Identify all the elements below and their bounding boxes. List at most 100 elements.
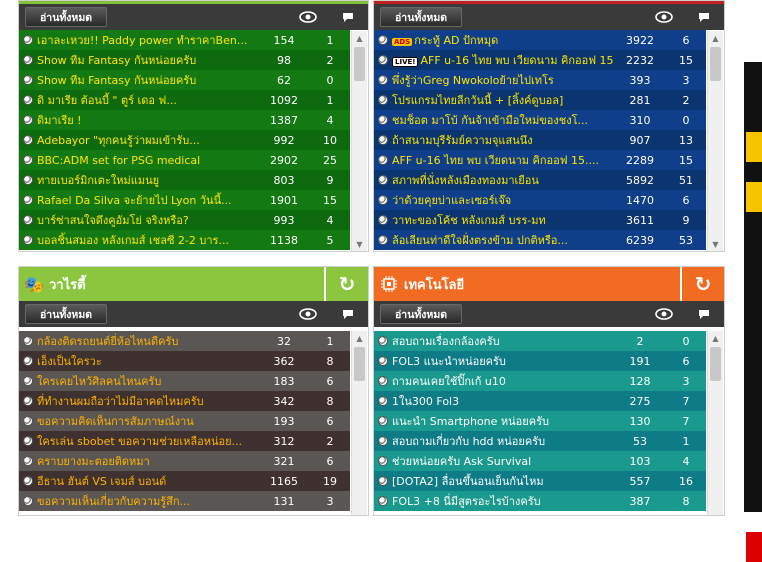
topic-title-link[interactable]: กล้องติดรถยนต์ยี่ห้อไหนดีครับ bbox=[37, 332, 258, 350]
topic-row[interactable]: ขอความเห็นเกี่ยวกับความรู้สึก... 131 3 bbox=[19, 491, 350, 511]
read-all-button[interactable]: อ่านทั้งหมด bbox=[380, 304, 463, 324]
topic-row[interactable]: ดิ มาเรีย ต้อนบี้ " ตูร์ เดอ ฟ... 1092 1 bbox=[19, 90, 350, 110]
topic-row[interactable]: เอ็งเป็นใครวะ 362 8 bbox=[19, 351, 350, 371]
topic-title-link[interactable]: แนะนำ Smartphone หน่อยครับ bbox=[392, 412, 614, 430]
topic-title-link[interactable]: [DOTA2] ลื่อนขึ้นอนเย็นกันไหม bbox=[392, 472, 614, 490]
topic-row[interactable]: ถามคนเคยใช้ปิ๊กเก้ u10 128 3 bbox=[374, 371, 706, 391]
read-all-button[interactable]: อ่านทั้งหมด bbox=[25, 7, 108, 27]
topic-title-link[interactable]: ว่าด้วยคุยบ่าและเซอร์เจ๊จ bbox=[392, 191, 614, 209]
topic-title-link[interactable]: ดิมาเรีย ! bbox=[37, 111, 258, 129]
topic-title-link[interactable]: บาร์ซ่าสนใจดึงคูอัมโย่ จริงหรือ? bbox=[37, 211, 258, 229]
topic-row[interactable]: เอาละเหวย!! Paddy power ทำราคาBen... 154 1 bbox=[19, 30, 350, 50]
topic-row[interactable]: คราบยางมะตอยติดหมา 321 6 bbox=[19, 451, 350, 471]
scrollbar[interactable]: ▲ bbox=[707, 331, 723, 515]
topic-row[interactable]: ล้อเลียนท่าดีใจฝั่งตรงข้าม ปกติหรือ... 62… bbox=[374, 230, 706, 250]
topic-title-link[interactable]: โปรแกรมไทยลีกวันนี้ + [ลิ้งค์ดูบอล] bbox=[392, 91, 614, 109]
topic-row[interactable]: พึ่งรู้ว่าGreg Nwokoloย้ายไปเทโร 393 3 bbox=[374, 70, 706, 90]
topic-row[interactable]: Show ทีม Fantasy กันหน่อยครับ 62 0 bbox=[19, 70, 350, 90]
topic-row[interactable]: LIVE! AFF u-16 ไทย พบ เวียดนาม คิกออฟ 15.… bbox=[374, 50, 706, 70]
topic-row[interactable]: โปรแกรมไทยลีกวันนี้ + [ลิ้งค์ดูบอล] 281 2 bbox=[374, 90, 706, 110]
topic-title-link[interactable]: Show ทีม Fantasy กันหน่อยครับ bbox=[37, 51, 258, 69]
topic-row[interactable]: ว่าด้วยคุยบ่าและเซอร์เจ๊จ 1470 6 bbox=[374, 190, 706, 210]
topic-title-link[interactable]: ขอความเห็นเกี่ยวกับความรู้สึก... bbox=[37, 492, 258, 510]
refresh-icon[interactable]: ↻ bbox=[324, 267, 368, 301]
topic-row[interactable]: สอบถามเกี่ยวกับ hdd หน่อยครับ 53 1 bbox=[374, 431, 706, 451]
scroll-thumb[interactable] bbox=[354, 47, 365, 81]
topic-title-link[interactable]: ล้อเลียนท่าดีใจฝั่งตรงข้าม ปกติหรือ... bbox=[392, 231, 614, 249]
topic-title-link[interactable]: เอาละเหวย!! Paddy power ทำราคาBen... bbox=[37, 31, 258, 49]
topic-title-link[interactable]: FOL3 แนะนำหน่อยครับ bbox=[392, 352, 614, 370]
topic-row[interactable]: Show ทีม Fantasy กันหน่อยครับ 98 2 bbox=[19, 50, 350, 70]
topic-row[interactable]: ใครเคยไหว้ศิลคนไหนครับ 183 6 bbox=[19, 371, 350, 391]
topic-row[interactable]: สภาพที่นั่งหลังเมืองทองมาเยือน 5892 51 bbox=[374, 170, 706, 190]
topic-title-link[interactable]: ใครเคยไหว้ศิลคนไหนครับ bbox=[37, 372, 258, 390]
topic-row[interactable]: ช่วยหน่อยครับ Ask Survival 103 4 bbox=[374, 451, 706, 471]
topic-row[interactable]: ชมช็อต มาโบ้ กันจ้าเข้ามือใหม่ของชงโ... 3… bbox=[374, 110, 706, 130]
topic-title-link[interactable]: ช่วยหน่อยครับ Ask Survival bbox=[392, 452, 614, 470]
topic-row[interactable]: Adebayor "ทุกคนรู้ว่าผมเข้ารับ... 992 10 bbox=[19, 130, 350, 150]
topic-row[interactable]: FOL3 +8 นี่มีสูตรอะไรบ้างครับ 387 8 bbox=[374, 491, 706, 511]
topic-title-link[interactable]: ถ้าสนามบุรีรัมย์ความจุแสนนึง bbox=[392, 131, 614, 149]
scrollbar[interactable]: ▲ bbox=[351, 331, 367, 515]
scroll-thumb[interactable] bbox=[354, 347, 365, 381]
topic-row[interactable]: ขอความคิดเห็นการสัมภาษณ์งาน 193 6 bbox=[19, 411, 350, 431]
topic-title-link[interactable]: บอลชิ้นสมอง หลังเกมส์ เชลซี 2-2 บาร... bbox=[37, 231, 258, 249]
topic-row[interactable]: บอลชิ้นสมอง หลังเกมส์ เชลซี 2-2 บาร... 11… bbox=[19, 230, 350, 250]
scrollbar[interactable]: ▲ ▼ bbox=[707, 31, 723, 251]
topic-row[interactable]: สอบถามเรื่องกล้องครับ 2 0 bbox=[374, 331, 706, 351]
topic-title-link[interactable]: ขอความคิดเห็นการสัมภาษณ์งาน bbox=[37, 412, 258, 430]
scroll-up-arrow-icon[interactable]: ▲ bbox=[352, 31, 367, 45]
refresh-icon[interactable]: ↻ bbox=[680, 267, 724, 301]
topic-row[interactable]: FOL3 แนะนำหน่อยครับ 191 6 bbox=[374, 351, 706, 371]
topic-title-link[interactable]: ถามคนเคยใช้ปิ๊กเก้ u10 bbox=[392, 372, 614, 390]
topic-title-link[interactable]: วาทะของโค้ช หลังเกมส์ บรร-มท bbox=[392, 211, 614, 229]
topic-row[interactable]: BBC:ADM set for PSG medical 2902 25 bbox=[19, 150, 350, 170]
topic-title-link[interactable]: BBC:ADM set for PSG medical bbox=[37, 154, 258, 167]
topic-title-link[interactable]: AFF u-16 ไทย พบ เวียดนาม คิกออฟ 15.... bbox=[392, 151, 614, 169]
scroll-down-arrow-icon[interactable]: ▼ bbox=[352, 237, 367, 251]
topic-row[interactable]: กล้องติดรถยนต์ยี่ห้อไหนดีครับ 32 1 bbox=[19, 331, 350, 351]
topic-title-link[interactable]: ที่ทำงานผมถือว่าไม่มีอาคดไหมครับ bbox=[37, 392, 258, 410]
topic-title-link[interactable]: สอบถามเกี่ยวกับ hdd หน่อยครับ bbox=[392, 432, 614, 450]
topic-title-link[interactable]: 1ใน300 Fol3 bbox=[392, 392, 614, 410]
scroll-thumb[interactable] bbox=[710, 347, 721, 381]
topic-title-link[interactable]: พึ่งรู้ว่าGreg Nwokoloย้ายไปเทโร bbox=[392, 71, 614, 89]
topic-title-link[interactable]: อีธาน ฮันต์ VS เจมส์ บอนด์ bbox=[37, 472, 258, 490]
topic-row[interactable]: แนะนำ Smartphone หน่อยครับ 130 7 bbox=[374, 411, 706, 431]
topic-row[interactable]: วาทะของโค้ช หลังเกมส์ บรร-มท 3611 9 bbox=[374, 210, 706, 230]
topic-row[interactable]: [DOTA2] ลื่อนขึ้นอนเย็นกันไหม 557 16 bbox=[374, 471, 706, 491]
topic-title-link[interactable]: ADS กระทู้ AD ปักหมุด bbox=[392, 31, 614, 49]
scroll-up-arrow-icon[interactable]: ▲ bbox=[352, 331, 367, 345]
topic-title-link[interactable]: ใครเล่น sbobet ขอความช่วยเหลือหน่อย... bbox=[37, 432, 258, 450]
topic-row[interactable]: AFF u-16 ไทย พบ เวียดนาม คิกออฟ 15.... 22… bbox=[374, 150, 706, 170]
topic-row[interactable]: ใครเล่น sbobet ขอความช่วยเหลือหน่อย... 31… bbox=[19, 431, 350, 451]
topic-title-link[interactable]: คราบยางมะตอยติดหมา bbox=[37, 452, 258, 470]
read-all-button[interactable]: อ่านทั้งหมด bbox=[25, 304, 108, 324]
topic-row[interactable]: ถ้าสนามบุรีรัมย์ความจุแสนนึง 907 13 bbox=[374, 130, 706, 150]
topic-title-link[interactable]: สอบถามเรื่องกล้องครับ bbox=[392, 332, 614, 350]
topic-title-link[interactable]: เอ็งเป็นใครวะ bbox=[37, 352, 258, 370]
topic-title-link[interactable]: LIVE! AFF u-16 ไทย พบ เวียดนาม คิกออฟ 15.… bbox=[392, 51, 614, 69]
topic-title-link[interactable]: FOL3 +8 นี่มีสูตรอะไรบ้างครับ bbox=[392, 492, 614, 510]
scroll-down-arrow-icon[interactable]: ▼ bbox=[708, 237, 723, 251]
scroll-up-arrow-icon[interactable]: ▲ bbox=[708, 331, 723, 345]
topic-title-link[interactable]: Show ทีม Fantasy กันหน่อยครับ bbox=[37, 71, 258, 89]
topic-row[interactable]: ที่ทำงานผมถือว่าไม่มีอาคดไหมครับ 342 8 bbox=[19, 391, 350, 411]
scroll-thumb[interactable] bbox=[710, 47, 721, 81]
topic-title-link[interactable]: ชมช็อต มาโบ้ กันจ้าเข้ามือใหม่ของชงโ... bbox=[392, 111, 614, 129]
scrollbar[interactable]: ▲ ▼ bbox=[351, 31, 367, 251]
topic-title-link[interactable]: สภาพที่นั่งหลังเมืองทองมาเยือน bbox=[392, 171, 614, 189]
topic-title-link[interactable]: Adebayor "ทุกคนรู้ว่าผมเข้ารับ... bbox=[37, 131, 258, 149]
topic-row[interactable]: Rafael Da Silva จะย้ายไป Lyon วันนี้... 1… bbox=[19, 190, 350, 210]
topic-title-link[interactable]: ทายเบอร์มิกเตะใหม่แมนยู bbox=[37, 171, 258, 189]
topic-row[interactable]: ADS กระทู้ AD ปักหมุด 3922 6 bbox=[374, 30, 706, 50]
topic-title-link[interactable]: ดิ มาเรีย ต้อนบี้ " ตูร์ เดอ ฟ... bbox=[37, 91, 258, 109]
scroll-up-arrow-icon[interactable]: ▲ bbox=[708, 31, 723, 45]
topic-row[interactable]: ทายเบอร์มิกเตะใหม่แมนยู 803 9 bbox=[19, 170, 350, 190]
topic-row[interactable]: บาร์ซ่าสนใจดึงคูอัมโย่ จริงหรือ? 993 4 bbox=[19, 210, 350, 230]
side-advertisement[interactable] bbox=[744, 62, 762, 562]
topic-title-link[interactable]: Rafael Da Silva จะย้ายไป Lyon วันนี้... bbox=[37, 191, 258, 209]
topic-row[interactable]: อีธาน ฮันต์ VS เจมส์ บอนด์ 1165 19 bbox=[19, 471, 350, 491]
topic-row[interactable]: 1ใน300 Fol3 275 7 bbox=[374, 391, 706, 411]
read-all-button[interactable]: อ่านทั้งหมด bbox=[380, 7, 463, 27]
